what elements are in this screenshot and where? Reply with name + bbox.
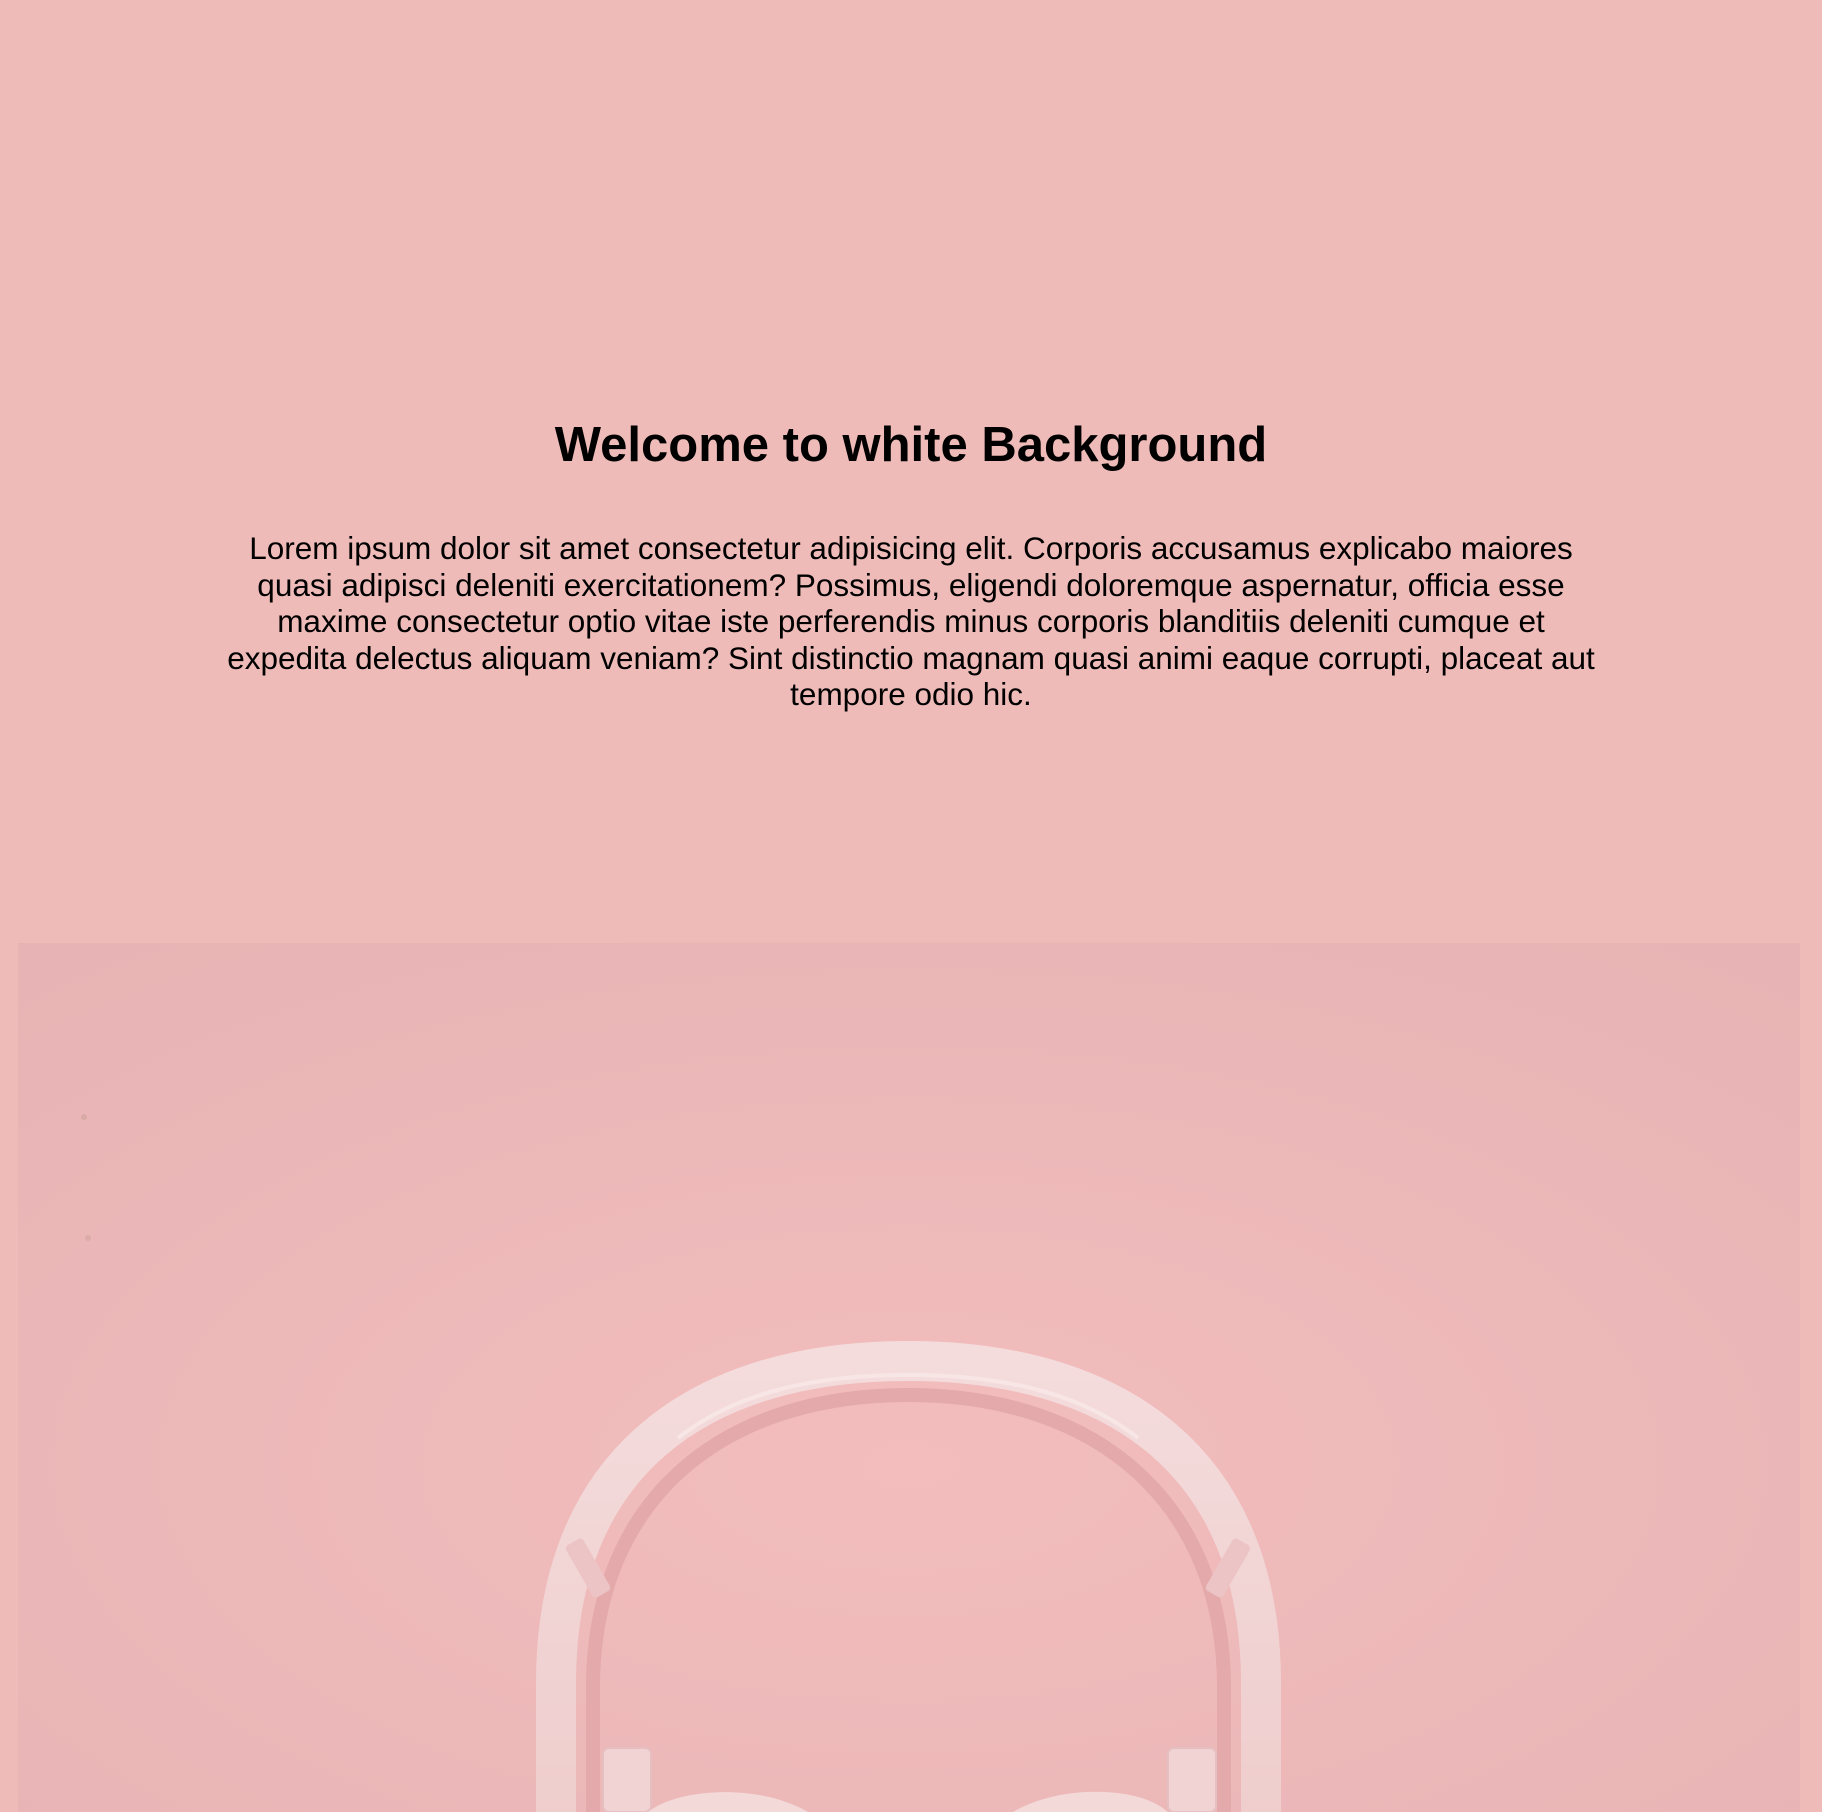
- right-hinge: [1167, 1747, 1217, 1812]
- hero-section: Welcome to white Background Lorem ipsum …: [0, 0, 1822, 943]
- left-hinge: [602, 1747, 652, 1812]
- intro-paragraph: Lorem ipsum dolor sit amet consectetur a…: [227, 530, 1595, 712]
- headphones-illustration: [18, 943, 1800, 1812]
- page-title: Welcome to white Background: [554, 418, 1268, 472]
- speck: [81, 1114, 87, 1120]
- headphones-photo: [18, 943, 1800, 1812]
- speck: [85, 1235, 91, 1241]
